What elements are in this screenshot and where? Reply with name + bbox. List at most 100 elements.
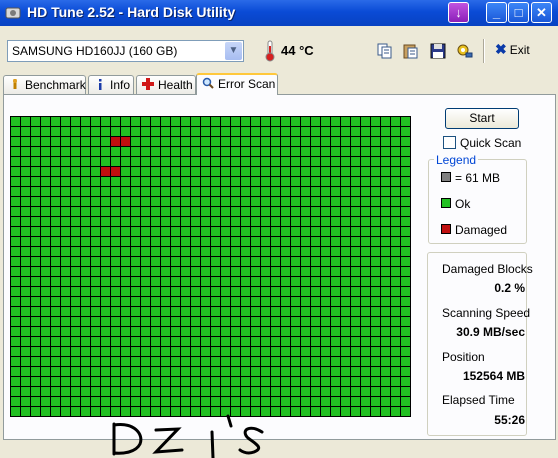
ok-block [61,187,70,196]
ok-block [311,167,320,176]
ok-block [371,387,380,396]
ok-block [391,217,400,226]
ok-block [101,277,110,286]
ok-block [101,157,110,166]
download-arrow-icon[interactable]: ↓ [448,2,469,23]
ok-block [141,207,150,216]
ok-block [361,117,370,126]
tab-info[interactable]: Info [88,75,134,94]
ok-block [221,297,230,306]
ok-block [81,267,90,276]
drive-select[interactable]: SAMSUNG HD160JJ (160 GB) ▼ [7,40,244,62]
minimize-button[interactable]: _ [486,2,507,23]
ok-block [211,327,220,336]
ok-block [251,397,260,406]
ok-block [41,187,50,196]
ok-block [181,167,190,176]
ok-block [131,337,140,346]
options-tools-icon[interactable] [456,42,474,60]
ok-block [51,297,60,306]
ok-block [361,237,370,246]
ok-block [281,407,290,416]
ok-block [271,287,280,296]
start-button[interactable]: Start [445,108,519,129]
ok-block [351,317,360,326]
ok-block [121,297,130,306]
ok-block [111,357,120,366]
ok-block [321,207,330,216]
ok-block [361,167,370,176]
ok-block [181,227,190,236]
ok-block [291,137,300,146]
ok-block [371,257,380,266]
chevron-down-icon[interactable]: ▼ [225,42,242,60]
ok-block [111,117,120,126]
ok-block [221,257,230,266]
checkbox-box[interactable] [443,136,456,149]
copy-icon[interactable] [376,42,394,60]
exit-button[interactable]: ✖ Exit [495,41,530,61]
ok-block [31,397,40,406]
ok-block [211,197,220,206]
close-button[interactable]: ✕ [531,2,552,23]
ok-block [141,127,150,136]
ok-block [31,267,40,276]
legend-label: Damaged [455,223,508,237]
ok-block [201,297,210,306]
ok-block [171,327,180,336]
ok-block [271,127,280,136]
ok-block [241,227,250,236]
ok-block [21,137,30,146]
ok-block [311,297,320,306]
maximize-button[interactable]: □ [508,2,529,23]
ok-block [291,257,300,266]
ok-block [221,307,230,316]
ok-block [71,177,80,186]
ok-block [401,327,410,336]
ok-block [221,157,230,166]
ok-block [21,347,30,356]
ok-block [281,167,290,176]
ok-block [231,227,240,236]
title-bar[interactable]: HD Tune 2.52 - Hard Disk Utility ↓ _ □ ✕ [0,0,558,26]
ok-block [311,157,320,166]
ok-block [391,227,400,236]
ok-block [161,387,170,396]
ok-block [191,327,200,336]
ok-block [91,297,100,306]
ok-block [361,207,370,216]
ok-block [51,267,60,276]
ok-block [341,347,350,356]
ok-block [391,267,400,276]
ok-block [341,127,350,136]
ok-block [291,237,300,246]
tab-benchmark[interactable]: Benchmark [3,75,86,94]
ok-block [351,337,360,346]
paste-icon[interactable] [402,42,420,60]
ok-block [361,177,370,186]
ok-block [261,237,270,246]
ok-block [261,357,270,366]
ok-block [231,147,240,156]
ok-block [361,277,370,286]
ok-block [241,127,250,136]
save-disk-icon[interactable] [429,42,447,60]
ok-block [361,217,370,226]
ok-block [231,127,240,136]
ok-block [291,337,300,346]
ok-block [371,127,380,136]
ok-block [181,157,190,166]
ok-block [31,337,40,346]
ok-block [371,147,380,156]
ok-block [311,207,320,216]
quick-scan-checkbox[interactable]: Quick Scan [443,136,521,150]
ok-block [271,327,280,336]
ok-block [91,187,100,196]
ok-block [71,137,80,146]
tab-error-scan[interactable]: Error Scan [196,73,278,95]
ok-block [381,217,390,226]
tab-health[interactable]: Health [136,75,196,94]
ok-block [281,397,290,406]
ok-block [381,297,390,306]
ok-block [101,387,110,396]
